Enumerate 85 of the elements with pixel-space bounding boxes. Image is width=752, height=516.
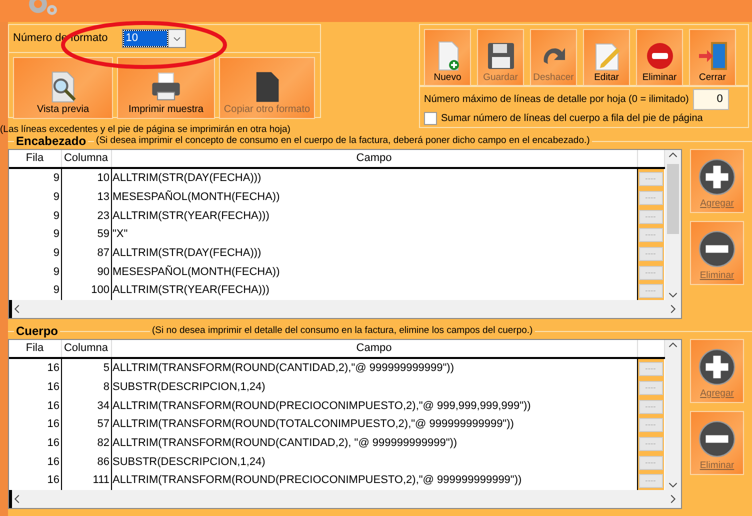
table-cell: ALLTRIM(TRANSFORM(ROUND(CANTIDAD,2), "@ 999999999999")) — [111, 434, 637, 453]
vertical-scrollbar[interactable] — [664, 150, 681, 300]
toolbar-button[interactable]: Vista previa — [13, 57, 113, 119]
table-cell: 57 — [61, 415, 111, 434]
ellipsis-button[interactable]: ---- — [638, 418, 662, 432]
table-cell: ALLTRIM(TRANSFORM(ROUND(CANTIDAD,2),"@ 999999999999")) — [111, 358, 637, 378]
chevron-down-icon — [172, 34, 182, 42]
table-cell: 9 — [9, 262, 61, 282]
table-cell: 23 — [61, 206, 111, 226]
chevron-left-icon — [12, 494, 22, 504]
table-cell: 16 — [9, 452, 61, 472]
toolbar-button[interactable]: Imprimir muestra — [117, 57, 215, 119]
table-cell: ALLTRIM(TRANSFORM(ROUND(TOTALCONIMPUESTO,2),"@ 999999999999")) — [111, 415, 637, 434]
chevron-up-icon — [668, 340, 678, 350]
toolbar-button[interactable]: Editar — [583, 29, 630, 86]
max-lines-field[interactable]: 0 — [692, 88, 729, 110]
table-cell: 16 — [9, 396, 61, 416]
chevron-down-icon — [668, 290, 678, 300]
toolbar-button[interactable]: Eliminar — [636, 29, 683, 86]
toolbar-button[interactable]: Cerrar — [689, 29, 736, 86]
vertical-scrollbar[interactable] — [664, 340, 681, 490]
table-cell: SUBSTR(DESCRIPCION,1,24) — [111, 452, 637, 472]
table-cell: SUBSTR(DESCRIPCION,1,24) — [111, 378, 637, 397]
table-cell: 9 — [9, 188, 61, 207]
table-cell: "X" — [111, 225, 637, 244]
ellipsis-button[interactable]: ---- — [638, 284, 662, 298]
checkbox[interactable] — [424, 112, 437, 125]
table-cell: 9 — [9, 206, 61, 226]
table-cell: ALLTRIM(STR(DAY(FECHA))) — [111, 168, 637, 188]
ellipsis-button[interactable]: ---- — [638, 436, 662, 451]
column-header: Columna — [61, 340, 111, 358]
ellipsis-button[interactable]: ---- — [638, 172, 662, 186]
door-arrow-icon — [696, 40, 728, 72]
format-dropdown[interactable]: 10 — [122, 29, 186, 48]
chevron-up-icon — [668, 150, 678, 160]
table-cell: 90 — [61, 262, 111, 282]
toolbar-button[interactable]: Nuevo — [424, 29, 471, 86]
chevron-right-icon — [668, 494, 678, 504]
ellipsis-button[interactable]: ---- — [638, 246, 662, 261]
plus-circle-icon — [697, 156, 737, 197]
minus-circle-icon — [697, 418, 737, 459]
ellipsis-button[interactable]: ---- — [638, 474, 662, 488]
table-cell: 87 — [61, 244, 111, 263]
table-cell: MESESPAÑOL(MONTH(FECHA)) — [111, 188, 637, 207]
table-cell: 9 — [9, 244, 61, 263]
horizontal-scrollbar[interactable] — [9, 490, 681, 508]
chevron-right-icon — [668, 304, 678, 314]
table-cell: 16 — [9, 378, 61, 397]
table-cell: ALLTRIM(STR(DAY(FECHA))) — [111, 244, 637, 263]
table-cell: 16 — [9, 358, 61, 378]
table-cell: 5 — [61, 358, 111, 378]
table-cell: 8 — [61, 378, 111, 397]
column-header: Campo — [111, 340, 637, 358]
ellipsis-button[interactable]: ---- — [638, 210, 662, 224]
table-cell: 86 — [61, 452, 111, 472]
table-cell: ALLTRIM(TRANSFORM(ROUND(PRECIOCONIMPUESTO,2),"@ 999,999,999,999")) — [111, 396, 637, 416]
table-cell: MESESPAÑOL(MONTH(FECHA)) — [111, 262, 637, 282]
ellipsis-button[interactable]: ---- — [638, 266, 662, 280]
column-header: Fila — [9, 340, 61, 358]
table-cell: 16 — [9, 434, 61, 453]
minus-circle-icon — [697, 228, 737, 269]
table-cell: 10 — [61, 168, 111, 188]
field-label: Número máximo de líneas de detalle por hoja (0 = ilimitado) — [424, 92, 689, 106]
table-cell: 13 — [61, 188, 111, 207]
column-header: Campo — [111, 150, 637, 168]
table-cell: 59 — [61, 225, 111, 244]
ellipsis-button[interactable]: ---- — [638, 400, 662, 414]
table-cell: 16 — [9, 415, 61, 434]
plus-circle-icon — [697, 346, 737, 387]
table-cell: ALLTRIM(STR(YEAR(FECHA))) — [111, 206, 637, 226]
table-cell: 34 — [61, 396, 111, 416]
ellipsis-button[interactable]: ---- — [638, 380, 662, 395]
ellipsis-button[interactable]: ---- — [638, 456, 662, 470]
ellipsis-button[interactable]: ---- — [638, 362, 662, 376]
table-cell: 9 — [9, 225, 61, 244]
table-cell: 82 — [61, 434, 111, 453]
ellipsis-button[interactable]: ---- — [638, 228, 662, 242]
chevron-down-icon — [668, 480, 678, 490]
ellipsis-button[interactable]: ---- — [638, 190, 662, 205]
table-cell: 9 — [9, 168, 61, 188]
column-header: Fila — [9, 150, 61, 168]
horizontal-scrollbar[interactable] — [9, 300, 681, 318]
checkbox-label: Sumar número de líneas del cuerpo a fila del pie de página — [441, 112, 703, 126]
column-header: Columna — [61, 150, 111, 168]
chevron-left-icon — [12, 304, 22, 314]
